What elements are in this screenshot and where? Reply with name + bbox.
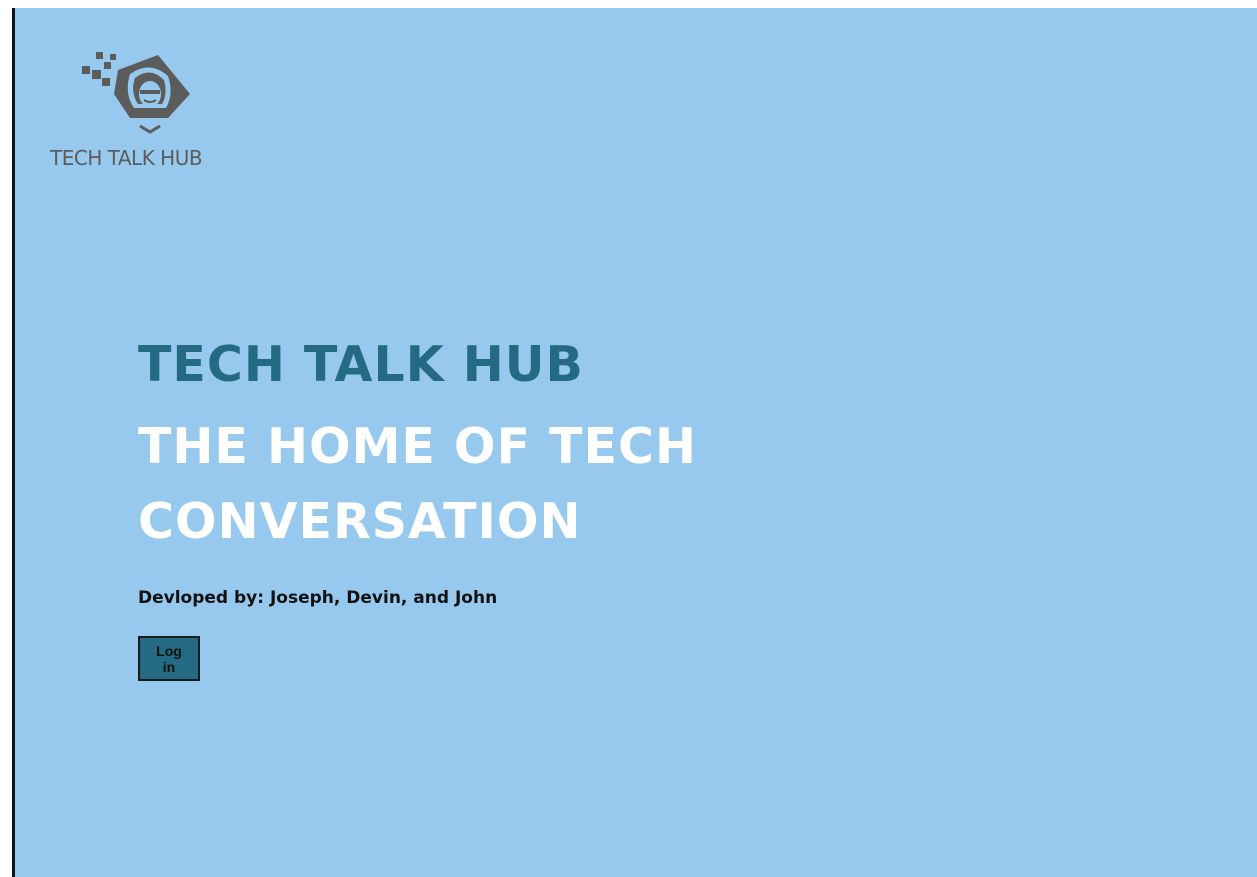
login-button-label-line-1: Log	[156, 642, 182, 659]
hero-subtitle-line-2: CONVERSATION	[138, 493, 582, 550]
login-button-label-line-2: in	[162, 658, 176, 675]
hero-title: TECH TALK HUB	[138, 336, 584, 393]
login-button[interactable]: Log in	[138, 636, 200, 681]
hero-subtitle-line-1: THE HOME OF TECH	[138, 418, 697, 475]
developer-credits: Devloped by: Joseph, Devin, and John	[138, 588, 498, 608]
logo-text: TECH TALK HUB	[50, 146, 203, 170]
hacker-face-icon	[82, 52, 190, 134]
logo: TECH TALK HUB	[50, 50, 240, 180]
page-container: TECH TALK HUB TECH TALK HUB THE HOME OF …	[12, 8, 1257, 877]
hero-section: TECH TALK HUB THE HOME OF TECH CONVERSAT…	[138, 335, 1038, 559]
hero-subtitle: THE HOME OF TECH CONVERSATION	[138, 409, 1038, 559]
